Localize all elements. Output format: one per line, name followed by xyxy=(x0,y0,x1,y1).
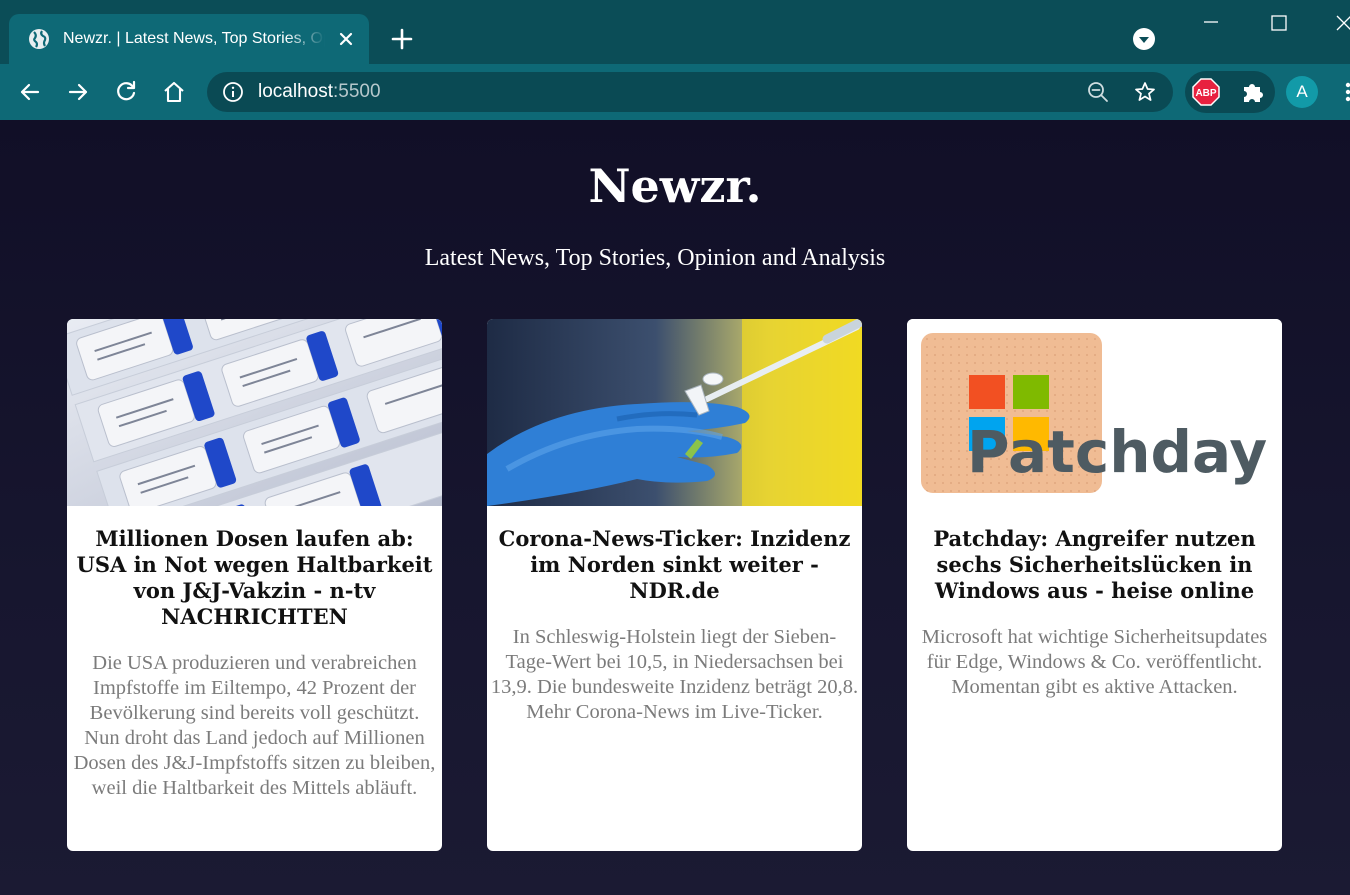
site-subtitle: Latest News, Top Stories, Opinion and An… xyxy=(424,245,886,271)
url-port: :5500 xyxy=(333,81,381,102)
zoom-out-icon[interactable] xyxy=(1086,80,1110,104)
profile-avatar[interactable]: A xyxy=(1286,76,1318,108)
home-icon[interactable] xyxy=(160,78,188,106)
info-icon[interactable] xyxy=(222,81,244,103)
adblock-plus-icon[interactable]: ABP xyxy=(1192,78,1220,106)
tab-title: Newzr. | Latest News, Top Stories, Opini… xyxy=(63,30,325,47)
url-text: localhost:5500 xyxy=(258,80,381,104)
site-title: Newzr. xyxy=(588,159,762,213)
forward-icon[interactable] xyxy=(64,78,92,106)
article-description: Microsoft hat wichtige Sicherheitsupdate… xyxy=(921,626,1268,698)
abp-label: ABP xyxy=(1195,88,1216,99)
article-description: In Schleswig-Holstein liegt der Sieben-T… xyxy=(490,626,859,723)
patchday-logo-text: Patchday xyxy=(967,418,1267,486)
tab-search-icon[interactable] xyxy=(1132,27,1156,51)
article-title[interactable]: Millionen Dosen laufen ab: USA in Not we… xyxy=(71,526,438,630)
article-title[interactable]: Patchday: Angreifer nutzen sechs Sicherh… xyxy=(911,526,1278,604)
article-image-vaccine-vials xyxy=(67,319,442,506)
minimize-icon[interactable] xyxy=(1198,12,1224,32)
article-image-patchday: Patchday xyxy=(907,319,1282,506)
article-title[interactable]: Corona-News-Ticker: Inzidenz im Norden s… xyxy=(491,526,858,604)
extensions-group: ABP xyxy=(1185,71,1275,113)
news-card[interactable]: Millionen Dosen laufen ab: USA in Not we… xyxy=(67,319,442,851)
browser-tab-strip: Newzr. | Latest News, Top Stories, Opini… xyxy=(0,0,1350,64)
reload-icon[interactable] xyxy=(112,78,140,106)
url-host: localhost xyxy=(258,81,333,102)
browser-tab-active[interactable]: Newzr. | Latest News, Top Stories, Opini… xyxy=(9,14,369,64)
close-icon[interactable] xyxy=(335,28,357,50)
article-image-lab-glove xyxy=(487,319,862,506)
back-icon[interactable] xyxy=(16,78,44,106)
news-card[interactable]: Corona-News-Ticker: Inzidenz im Norden s… xyxy=(487,319,862,851)
star-icon[interactable] xyxy=(1133,80,1157,104)
window-close-icon[interactable] xyxy=(1334,10,1350,34)
globe-icon xyxy=(29,29,49,49)
page-content: Newzr. Latest News, Top Stories, Opinion… xyxy=(0,120,1350,895)
article-description: Die USA produzieren und verabreichen Imp… xyxy=(73,652,436,799)
maximize-icon[interactable] xyxy=(1266,12,1292,36)
address-bar[interactable]: localhost:5500 xyxy=(207,72,1173,112)
browser-toolbar: localhost:5500 ABP A xyxy=(0,64,1350,120)
plus-icon[interactable] xyxy=(389,26,415,52)
puzzle-icon[interactable] xyxy=(1240,79,1266,105)
news-card[interactable]: Patchday Patchday: Angreifer nutzen sech… xyxy=(907,319,1282,851)
menu-icon[interactable] xyxy=(1343,78,1350,106)
